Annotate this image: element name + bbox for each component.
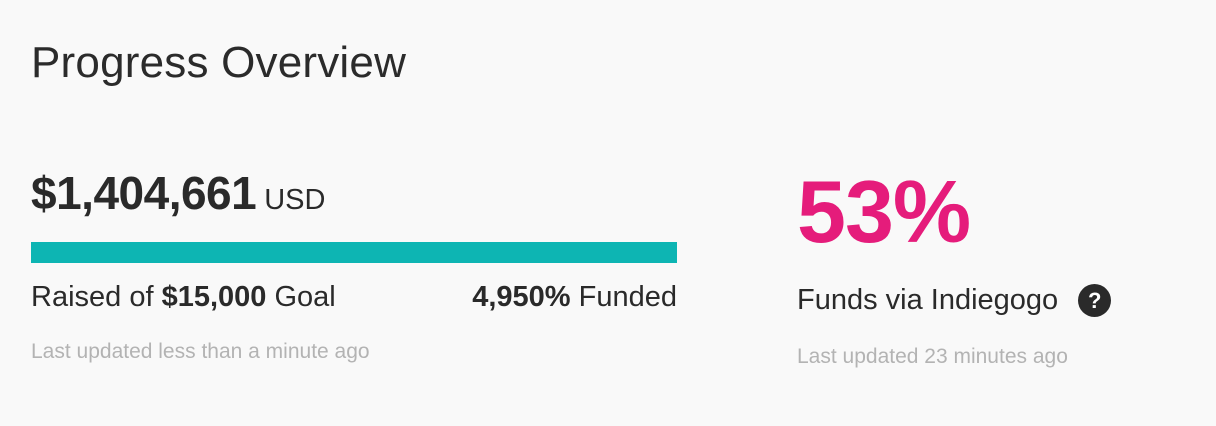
funded-text: 4,950% Funded [472, 281, 677, 314]
raised-amount: $1,404,661 [31, 167, 257, 219]
progress-bar [31, 242, 677, 263]
help-icon[interactable]: ? [1078, 284, 1112, 317]
goal-suffix: Goal [274, 281, 336, 313]
indiegogo-label-row: Funds via Indiegogo ? [797, 284, 1197, 317]
page-title: Progress Overview [31, 38, 407, 87]
raised-prefix: Raised of [31, 281, 154, 313]
indiegogo-label: Funds via Indiegogo [797, 284, 1059, 316]
indiegogo-funds: 53% Funds via Indiegogo ? Last updated 2… [797, 168, 1197, 369]
funded-percent: 4,950% [472, 281, 571, 313]
goal-text: Raised of $15,000 Goal [31, 281, 336, 314]
campaign-progress: $1,404,661 USD Raised of $15,000 Goal 4,… [31, 166, 677, 364]
campaign-last-updated: Last updated less than a minute ago [31, 340, 370, 363]
goal-row: Raised of $15,000 Goal 4,950% Funded [31, 281, 677, 314]
indiegogo-percent: 53% [797, 162, 971, 261]
amount-row: $1,404,661 USD [31, 166, 677, 220]
goal-amount: $15,000 [161, 281, 267, 313]
currency-label: USD [264, 184, 326, 216]
funded-label: Funded [578, 281, 677, 313]
progress-bar-fill [31, 242, 677, 263]
indiegogo-last-updated: Last updated 23 minutes ago [797, 345, 1068, 368]
